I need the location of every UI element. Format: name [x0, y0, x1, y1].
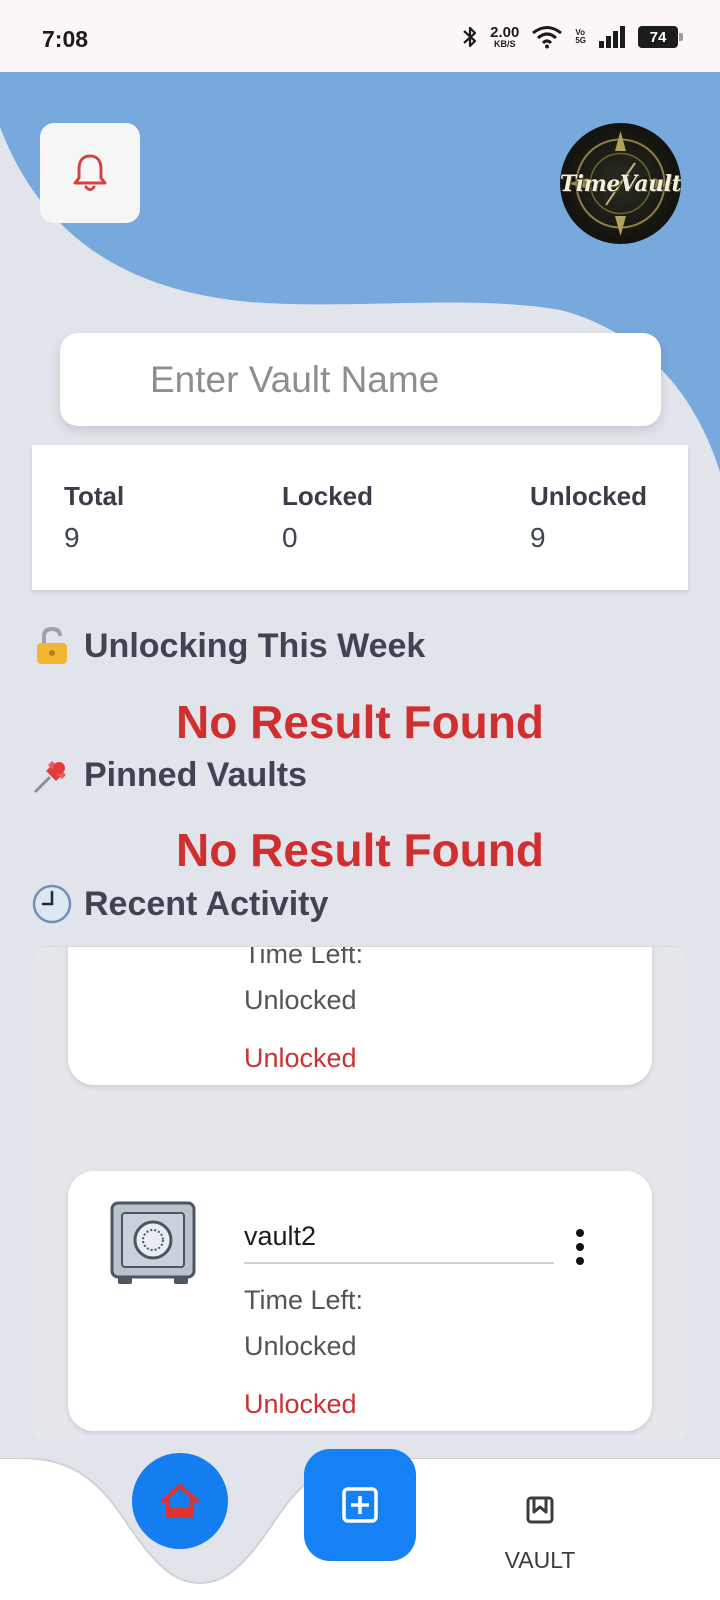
volte-indicator: Vo 5G: [575, 27, 586, 45]
bluetooth-icon: [463, 26, 477, 48]
battery-icon: 74: [638, 26, 683, 48]
vault-name: vault2: [244, 1221, 554, 1264]
logo-text: TimeVault: [560, 170, 681, 197]
pinned-empty-message: No Result Found: [176, 824, 544, 876]
vault-card[interactable]: vault2 Time Left: Unlocked Unlocked: [68, 1171, 652, 1431]
recent-activity-title: Recent Activity: [32, 884, 328, 924]
stat-unlocked: Unlocked 9: [530, 481, 648, 553]
more-options-icon[interactable]: [570, 1227, 590, 1267]
home-icon: [161, 1484, 199, 1518]
unlocking-empty-message: No Result Found: [176, 696, 544, 748]
network-speed: 2.00 KB/S: [490, 24, 520, 49]
vault-search-box[interactable]: [60, 333, 661, 426]
time-left-label: Time Left:: [244, 1285, 364, 1315]
clock-icon: [32, 884, 72, 924]
wifi-icon: [532, 26, 563, 49]
open-lock-icon: [32, 626, 72, 666]
status-time: 7:08: [42, 26, 89, 52]
status-bar: 7:08 2.00 KB/S Vo 5G 74: [0, 0, 720, 72]
add-vault-button[interactable]: [304, 1449, 416, 1561]
notifications-button[interactable]: [40, 123, 140, 223]
vault-status: Unlocked: [244, 1389, 357, 1419]
pushpin-icon: [32, 755, 72, 795]
vault-search-input[interactable]: [60, 333, 661, 426]
safe-icon: [110, 1201, 196, 1284]
vault-tab-label: VAULT: [504, 1547, 576, 1573]
vault-bookmark-icon: [526, 1496, 554, 1524]
stats-card: Total 9 Locked 0 Unlocked 9: [32, 445, 688, 590]
unlocking-this-week-title: Unlocking This Week: [32, 626, 425, 666]
vault-status: Unlocked: [244, 1043, 357, 1073]
timevault-logo: TimeVault: [560, 123, 681, 244]
stat-locked: Locked 0: [282, 481, 374, 553]
signal-icon: [599, 26, 625, 48]
pinned-vaults-title: Pinned Vaults: [32, 755, 307, 795]
time-left-value: Unlocked: [244, 985, 357, 1015]
status-icons: 2.00 KB/S Vo 5G 74: [462, 22, 683, 52]
home-button[interactable]: [132, 1453, 228, 1549]
bell-icon: [73, 154, 107, 191]
time-left-label: Time Left:: [244, 946, 364, 969]
vault-tab[interactable]: VAULT: [490, 1495, 590, 1585]
plus-square-icon: [342, 1487, 378, 1523]
recent-activity-list[interactable]: Time Left: Unlocked Unlocked vault2 Time…: [32, 946, 688, 1440]
stat-total: Total 9: [64, 481, 125, 553]
time-left-value: Unlocked: [244, 1331, 357, 1361]
vault-card[interactable]: Time Left: Unlocked Unlocked: [68, 946, 652, 1085]
